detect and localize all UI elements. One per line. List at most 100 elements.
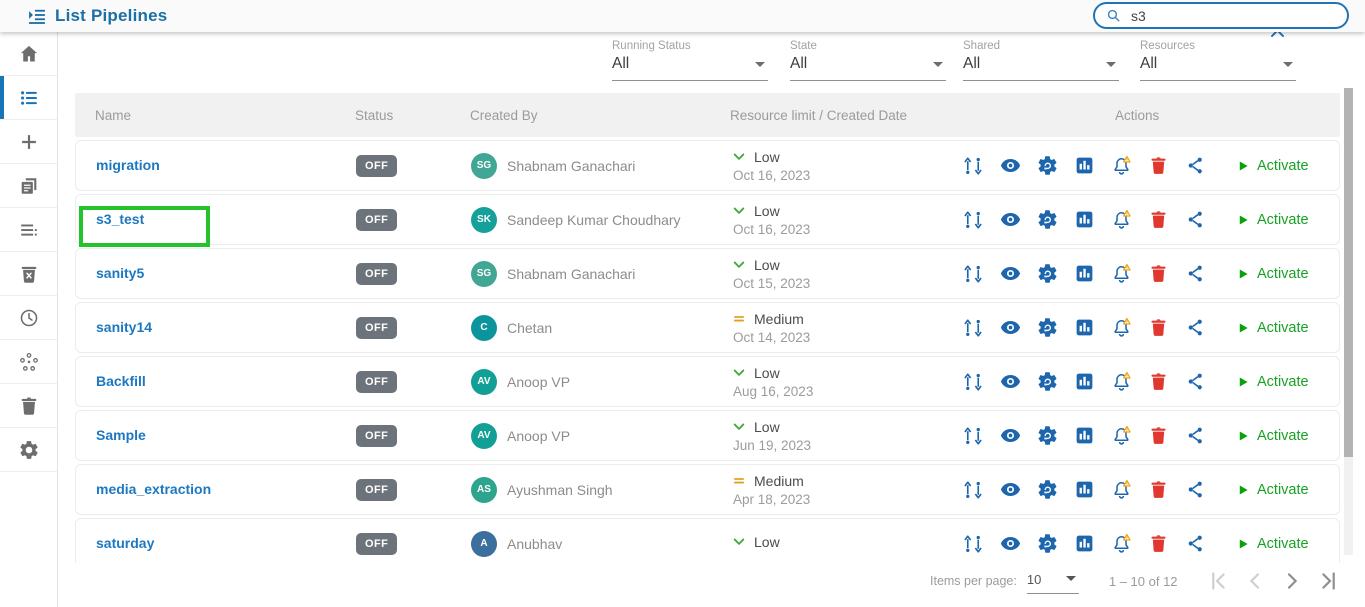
sidebar-item-connections[interactable]: [0, 340, 57, 384]
view-icon[interactable]: [998, 424, 1022, 448]
metrics-icon[interactable]: [1072, 154, 1096, 178]
delete-icon[interactable]: [1146, 154, 1170, 178]
sidebar-item-history[interactable]: [0, 296, 57, 340]
delete-icon[interactable]: [1146, 262, 1170, 286]
pipeline-swap-icon[interactable]: [961, 370, 985, 394]
items-per-page-select[interactable]: 10: [1027, 569, 1079, 594]
sidebar-item-create[interactable]: [0, 120, 57, 164]
pipeline-swap-icon[interactable]: [961, 532, 985, 556]
configure-icon[interactable]: [1035, 208, 1059, 232]
metrics-icon[interactable]: [1072, 262, 1096, 286]
activate-button[interactable]: Activate: [1236, 482, 1309, 498]
pipeline-name-link[interactable]: s3_test: [96, 211, 144, 227]
pipeline-swap-icon[interactable]: [961, 424, 985, 448]
metrics-icon[interactable]: [1072, 208, 1096, 232]
sidebar-item-queue[interactable]: [0, 208, 57, 252]
sidebar-item-settings[interactable]: [0, 428, 57, 472]
alerts-icon[interactable]: [1109, 316, 1133, 340]
delete-icon[interactable]: [1146, 370, 1170, 394]
pipeline-swap-icon[interactable]: [961, 262, 985, 286]
resource-limit-control[interactable]: Low: [731, 534, 961, 550]
view-icon[interactable]: [998, 478, 1022, 502]
resource-limit-control[interactable]: Low: [731, 365, 961, 381]
configure-icon[interactable]: [1035, 316, 1059, 340]
configure-icon[interactable]: [1035, 478, 1059, 502]
delete-icon[interactable]: [1146, 208, 1170, 232]
metrics-icon[interactable]: [1072, 316, 1096, 340]
search-input[interactable]: [1129, 7, 1333, 25]
alerts-icon[interactable]: [1109, 208, 1133, 232]
delete-icon[interactable]: [1146, 532, 1170, 556]
share-icon[interactable]: [1183, 208, 1207, 232]
first-page-icon[interactable]: [1206, 569, 1230, 593]
view-icon[interactable]: [998, 316, 1022, 340]
delete-icon[interactable]: [1146, 478, 1170, 502]
resource-limit-control[interactable]: Medium: [731, 473, 961, 489]
share-icon[interactable]: [1183, 370, 1207, 394]
scrollbar-track[interactable]: [1344, 88, 1353, 555]
metrics-icon[interactable]: [1072, 532, 1096, 556]
sidebar-item-templates[interactable]: [0, 164, 57, 208]
activate-button[interactable]: Activate: [1236, 158, 1309, 174]
configure-icon[interactable]: [1035, 262, 1059, 286]
view-icon[interactable]: [998, 208, 1022, 232]
metrics-icon[interactable]: [1072, 478, 1096, 502]
share-icon[interactable]: [1183, 532, 1207, 556]
pipeline-swap-icon[interactable]: [961, 154, 985, 178]
alerts-icon[interactable]: [1109, 478, 1133, 502]
sidebar-item-home[interactable]: [0, 32, 57, 76]
filter-select[interactable]: All: [963, 52, 1119, 81]
resource-limit-control[interactable]: Low: [731, 203, 961, 219]
view-icon[interactable]: [998, 154, 1022, 178]
share-icon[interactable]: [1183, 154, 1207, 178]
pipeline-name-link[interactable]: saturday: [96, 535, 154, 551]
activate-button[interactable]: Activate: [1236, 374, 1309, 390]
sidebar-item-discard[interactable]: [0, 252, 57, 296]
pipeline-swap-icon[interactable]: [961, 208, 985, 232]
pipeline-name-link[interactable]: Backfill: [96, 373, 146, 389]
view-icon[interactable]: [998, 370, 1022, 394]
filter-resources[interactable]: Resources All: [1140, 40, 1296, 81]
resource-limit-control[interactable]: Medium: [731, 311, 961, 327]
pipeline-name-link[interactable]: sanity5: [96, 265, 144, 281]
delete-icon[interactable]: [1146, 424, 1170, 448]
view-icon[interactable]: [998, 262, 1022, 286]
configure-icon[interactable]: [1035, 370, 1059, 394]
resource-limit-control[interactable]: Low: [731, 257, 961, 273]
filter-select[interactable]: All: [612, 52, 768, 81]
alerts-icon[interactable]: [1109, 370, 1133, 394]
share-icon[interactable]: [1183, 424, 1207, 448]
filter-select[interactable]: All: [790, 52, 946, 81]
activate-button[interactable]: Activate: [1236, 428, 1309, 444]
share-icon[interactable]: [1183, 478, 1207, 502]
resource-limit-control[interactable]: Low: [731, 419, 961, 435]
metrics-icon[interactable]: [1072, 424, 1096, 448]
sidebar-item-trash[interactable]: [0, 384, 57, 428]
view-icon[interactable]: [998, 532, 1022, 556]
activate-button[interactable]: Activate: [1236, 266, 1309, 282]
delete-icon[interactable]: [1146, 316, 1170, 340]
pipeline-name-link[interactable]: Sample: [96, 427, 146, 443]
activate-button[interactable]: Activate: [1236, 212, 1309, 228]
filter-select[interactable]: All: [1140, 52, 1296, 81]
last-page-icon[interactable]: [1317, 569, 1341, 593]
pipeline-swap-icon[interactable]: [961, 316, 985, 340]
alerts-icon[interactable]: [1109, 424, 1133, 448]
pipeline-swap-icon[interactable]: [961, 478, 985, 502]
next-page-icon[interactable]: [1280, 569, 1304, 593]
configure-icon[interactable]: [1035, 424, 1059, 448]
filter-running-status[interactable]: Running Status All: [612, 40, 768, 81]
pipeline-name-link[interactable]: migration: [96, 157, 160, 173]
prev-page-icon[interactable]: [1243, 569, 1267, 593]
configure-icon[interactable]: [1035, 154, 1059, 178]
resource-limit-control[interactable]: Low: [731, 149, 961, 165]
share-icon[interactable]: [1183, 316, 1207, 340]
pipeline-name-link[interactable]: sanity14: [96, 319, 152, 335]
metrics-icon[interactable]: [1072, 370, 1096, 394]
filter-shared[interactable]: Shared All: [963, 40, 1119, 81]
pipeline-name-link[interactable]: media_extraction: [96, 481, 211, 497]
activate-button[interactable]: Activate: [1236, 320, 1309, 336]
search-box[interactable]: [1093, 2, 1349, 29]
scrollbar-thumb[interactable]: [1344, 88, 1353, 457]
alerts-icon[interactable]: [1109, 154, 1133, 178]
